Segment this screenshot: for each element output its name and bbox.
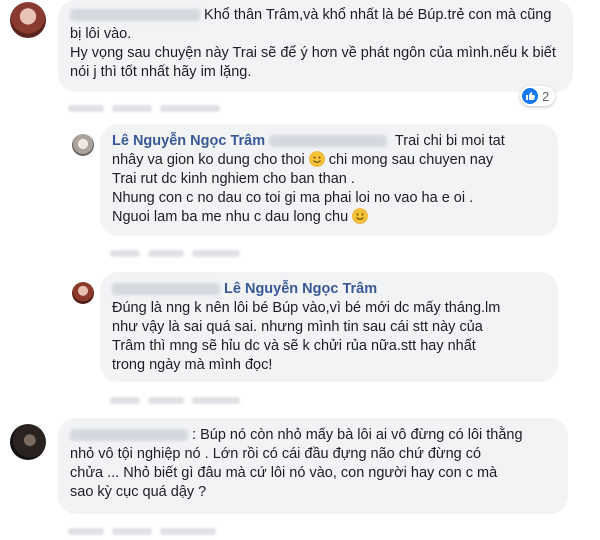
avatar-commenter-4[interactable]	[10, 424, 46, 460]
blurred-mention	[269, 135, 388, 148]
comment-bubble-3: Lê Nguyễn Ngọc Trâm Đúng là nng k nên lô…	[100, 272, 558, 382]
avatar-commenter-3[interactable]	[72, 282, 94, 304]
blurred-author-name	[70, 429, 188, 442]
comment-actions-3[interactable]	[110, 391, 248, 404]
comment-author-link[interactable]: Lê Nguyễn Ngọc Trâm	[112, 133, 265, 149]
blurred-author-name	[70, 9, 200, 22]
comment-actions-1[interactable]	[68, 99, 228, 112]
comment-text-2: Lê Nguyễn Ngọc Trâm Trai chi bi moi tat …	[112, 133, 505, 225]
avatar-commenter-1[interactable]	[10, 2, 46, 38]
comment-text-3: Lê Nguyễn Ngọc Trâm Đúng là nng k nên lô…	[112, 281, 501, 373]
comment-actions-4[interactable]	[68, 522, 224, 535]
smile-emoji-icon	[352, 208, 369, 224]
like-icon	[522, 88, 538, 104]
comment-text-4: : Búp nó còn nhỏ mấy bà lôi ai vô đừng c…	[70, 427, 523, 500]
avatar-le-nguyen-ngoc-tram[interactable]	[72, 134, 94, 156]
blurred-author-name	[112, 283, 220, 296]
reaction-badge[interactable]: 2	[520, 86, 556, 106]
smile-emoji-icon	[308, 151, 325, 167]
reaction-count: 2	[542, 88, 550, 104]
comment-actions-2[interactable]	[110, 244, 248, 257]
mention-link[interactable]: Lê Nguyễn Ngọc Trâm	[224, 281, 377, 297]
comment-bubble-1: Khổ thân Trâm,và khổ nhất là bé Búp.trẻ …	[58, 0, 573, 92]
comment-bubble-2: Lê Nguyễn Ngọc Trâm Trai chi bi moi tat …	[100, 124, 558, 236]
comment-text-1: Khổ thân Trâm,và khổ nhất là bé Búp.trẻ …	[70, 7, 556, 80]
comment-bubble-4: : Búp nó còn nhỏ mấy bà lôi ai vô đừng c…	[58, 418, 568, 514]
